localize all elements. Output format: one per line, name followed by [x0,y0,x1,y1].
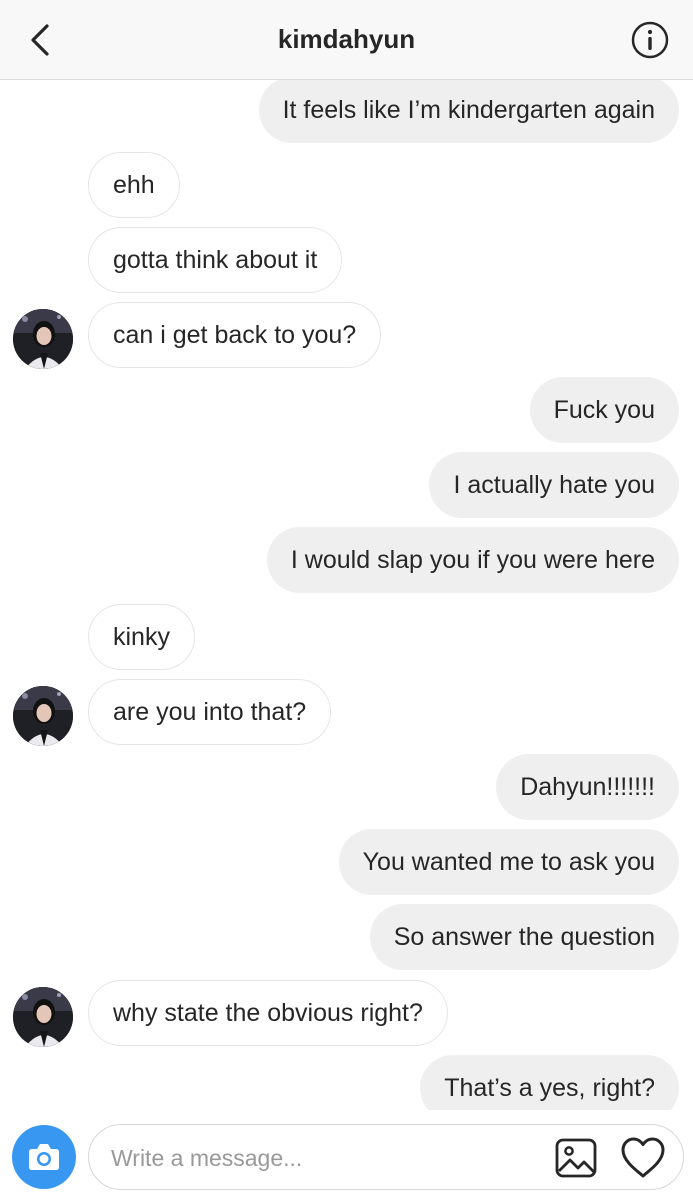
message-bubble-sent[interactable]: It feels like I’m kindergarten again [258,80,679,143]
message-input-container[interactable] [88,1124,684,1190]
chat-header: kimdahyun [0,0,693,80]
message-bubble-received[interactable]: ehh [88,152,180,218]
message-bubble-sent[interactable]: You wanted me to ask you [338,829,679,895]
heart-icon [621,1137,665,1178]
message-bubble-sent[interactable]: Dahyun!!!!!!! [496,754,679,820]
camera-icon [29,1144,59,1170]
message-input[interactable] [109,1137,553,1179]
message-bubble-sent[interactable]: I would slap you if you were here [266,527,679,593]
message-text: kinky [113,623,170,651]
message-text: I actually hate you [453,471,655,499]
profile-photo-icon [13,309,73,369]
message-bubble-received[interactable]: kinky [88,604,195,670]
message-text: That’s a yes, right? [444,1074,655,1102]
message-bubble-received[interactable]: gotta think about it [88,227,343,293]
message-text: Dahyun!!!!!!! [520,773,655,801]
like-button[interactable] [619,1135,667,1181]
profile-photo-icon [13,686,73,746]
image-gallery-icon [555,1138,597,1178]
sender-avatar[interactable] [13,686,73,746]
message-text: Fuck you [553,396,655,424]
message-text: ehh [113,171,155,199]
conversation-title[interactable]: kimdahyun [0,24,693,55]
sender-avatar[interactable] [13,987,73,1047]
message-composer [0,1110,693,1200]
message-text: can i get back to you? [113,321,357,349]
message-text: gotta think about it [113,246,318,274]
message-text: You wanted me to ask you [362,848,655,876]
message-text: It feels like I’m kindergarten again [282,96,655,124]
message-text: are you into that? [113,698,307,726]
message-bubble-received[interactable]: can i get back to you? [88,302,382,368]
profile-photo-icon [13,987,73,1047]
message-text: I would slap you if you were here [290,546,655,574]
message-bubble-sent[interactable]: Fuck you [529,377,679,443]
message-text: why state the obvious right? [113,999,423,1027]
message-text: So answer the question [393,923,655,951]
camera-button[interactable] [12,1125,76,1189]
message-bubble-sent[interactable]: I actually hate you [429,452,679,518]
sender-avatar[interactable] [13,309,73,369]
message-bubble-sent[interactable]: So answer the question [369,904,679,970]
message-bubble-received[interactable]: are you into that? [88,679,332,745]
message-bubble-sent[interactable]: That’s a yes, right? [420,1055,679,1110]
message-bubble-received[interactable]: why state the obvious right? [88,980,448,1046]
info-circle-icon [631,21,669,59]
info-button[interactable] [631,21,669,59]
message-thread[interactable]: It feels like I’m kindergarten again ehh… [0,80,693,1110]
gallery-button[interactable] [555,1138,597,1178]
